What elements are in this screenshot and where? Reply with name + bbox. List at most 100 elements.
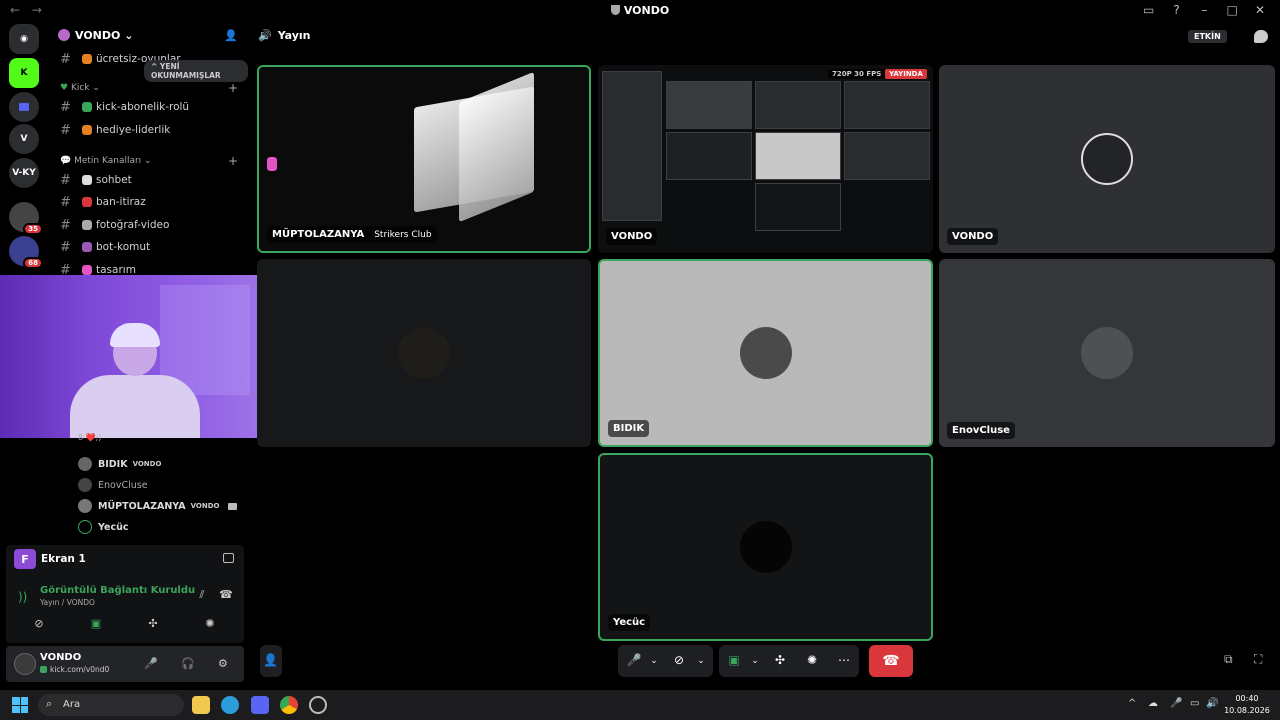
voice-user[interactable]: EnovCluse [78, 475, 243, 495]
maximize-icon[interactable]: □ [1220, 3, 1244, 17]
microphone-icon[interactable]: 🎤 [144, 657, 158, 670]
participant-name: EnovCluse [947, 422, 1015, 439]
video-tile[interactable] [257, 259, 591, 447]
vky-server-icon[interactable]: V-KY [9, 158, 39, 188]
chevron-down-icon[interactable]: ⌄ [645, 656, 663, 666]
inbox-icon[interactable]: ▭ [1137, 3, 1161, 17]
display-icon[interactable]: ▭ [1190, 698, 1199, 709]
video-tile[interactable]: Yecüc [598, 453, 933, 641]
channel-emoji-icon [82, 220, 92, 230]
disconnect-icon[interactable]: ☎ [218, 588, 234, 604]
server-avatar-icon[interactable]: 35 [9, 202, 43, 235]
server-header[interactable]: VONDO ⌄ 👤 [58, 29, 238, 47]
video-tile[interactable]: BIDIK [598, 259, 933, 447]
disconnect-call-button[interactable]: ☎ [869, 645, 913, 677]
screen-share-tile[interactable]: 720P 30 FPS YAYINDA VONDO [598, 65, 933, 253]
voice-user[interactable]: Yecüc [78, 517, 243, 537]
video-tile[interactable]: EnovCluse [939, 259, 1275, 447]
soundboard-icon[interactable]: ✺ [202, 617, 218, 633]
server-tag: VONDO [190, 502, 220, 510]
channel-emoji-icon [82, 175, 92, 185]
settings-gear-icon[interactable]: ⚙ [218, 657, 228, 670]
kick-server-icon[interactable]: K [9, 58, 39, 88]
file-explorer-icon[interactable] [192, 696, 210, 714]
screen-share-icon[interactable]: ▣ [725, 653, 743, 667]
headphones-icon[interactable]: 🎧 [181, 657, 195, 670]
network-icon[interactable]: ☁ [1148, 698, 1158, 709]
new-unreads-pill[interactable]: ^ YENİ OKUNMAMIŞLAR [144, 60, 248, 82]
video-tile[interactable]: MÜPTOLAZANYA Strikers Club [257, 65, 591, 253]
fullscreen-icon[interactable]: ⛶ [1254, 652, 1262, 667]
server-shield-icon [610, 5, 620, 15]
chevron-down-icon[interactable]: ⌄ [692, 656, 710, 666]
popout-icon[interactable]: ⧉ [1224, 652, 1233, 667]
more-options-icon[interactable]: ⋯ [835, 653, 853, 667]
channel-item[interactable]: # fotoğraf-video [60, 215, 240, 235]
vondo-server-icon[interactable]: V [9, 124, 39, 154]
hash-icon: # [60, 217, 71, 233]
minimize-icon[interactable]: – [1192, 3, 1216, 17]
avatar [398, 327, 450, 379]
close-icon[interactable]: ✕ [1248, 3, 1272, 17]
channel-item[interactable]: # kick-abonelik-rolü [60, 97, 240, 117]
stream-quality-badge: 720P 30 FPS [828, 69, 886, 79]
window-controls: ▭ ? – □ ✕ [1137, 3, 1272, 17]
hash-icon: # [60, 51, 71, 67]
voice-user[interactable]: MÜPTOLAZANYA VONDO [78, 496, 243, 516]
avatar [739, 327, 792, 379]
discord-taskbar-icon[interactable] [251, 696, 269, 714]
screen-share-icon[interactable]: ▣ [88, 617, 104, 633]
connection-channel[interactable]: Yayın / VONDO [40, 598, 95, 607]
microphone-tray-icon[interactable]: 🎤 [1170, 698, 1182, 709]
activities-icon[interactable]: ✣ [771, 653, 789, 667]
volume-icon[interactable]: 🔊 [1206, 698, 1218, 709]
chevron-up-icon[interactable]: ^ [1128, 698, 1136, 709]
club-tag: Strikers Club [374, 230, 432, 240]
camera-off-icon[interactable]: ⊘ [31, 617, 47, 633]
soundboard-icon[interactable]: ✺ [803, 653, 821, 667]
category-kick[interactable]: ♥ Kick ⌄ + [60, 81, 238, 95]
add-user-icon[interactable]: 👤 [224, 29, 238, 42]
windows-taskbar: ⌕ Ara ^ ☁ 🎤 ▭ 🔊 00:40 10.08.2026 [0, 690, 1280, 720]
user-name: VONDO [40, 652, 82, 663]
channel-item[interactable]: # sohbet [60, 170, 240, 190]
user-status: kick.com/v0nd0 [40, 665, 109, 674]
channel-emoji-icon [82, 125, 92, 135]
invite-button[interactable]: 👤 [260, 645, 282, 677]
add-channel-icon[interactable]: + [228, 154, 238, 168]
category-text[interactable]: 💬 Metin Kanalları ⌄ + [60, 154, 238, 168]
app-icon[interactable] [221, 696, 239, 714]
channel-emoji-icon [82, 102, 92, 112]
activities-icon[interactable]: ✣ [145, 617, 161, 633]
channel-item[interactable]: # hediye-liderlik [60, 120, 240, 140]
activity-button[interactable]: ETKİN [1188, 30, 1227, 43]
taskbar-search[interactable]: ⌕ Ara [38, 694, 184, 716]
voice-user-partial[interactable]: 8 ❤️;) [78, 432, 243, 442]
camera-off-icon[interactable]: ⊘ [670, 653, 688, 667]
chat-icon[interactable] [1254, 30, 1268, 43]
video-tile[interactable]: VONDO [939, 65, 1275, 253]
stream-preview [602, 71, 662, 221]
chrome-icon[interactable] [280, 696, 298, 714]
channel-emoji-icon [82, 197, 92, 207]
avatar [1081, 327, 1133, 379]
app-icon[interactable] [309, 696, 327, 714]
hash-icon: # [60, 122, 71, 138]
noise-suppression-icon[interactable]: ⫽ [194, 588, 210, 604]
avatar[interactable] [14, 653, 36, 675]
system-clock[interactable]: 00:40 10.08.2026 [1222, 693, 1272, 717]
discord-home-icon[interactable]: ◉ [9, 24, 39, 54]
windows-start-icon[interactable] [12, 697, 28, 713]
voice-user[interactable]: BIDIK VONDO [78, 454, 243, 474]
user-panel: VONDO kick.com/v0nd0 🎤 🎧 ⚙ [6, 646, 244, 682]
hash-icon: # [60, 194, 71, 210]
help-icon[interactable]: ? [1165, 3, 1189, 17]
server-avatar-icon[interactable]: 68 [9, 236, 43, 269]
folder-icon[interactable] [9, 92, 39, 122]
channel-item[interactable]: # bot-komut [60, 237, 240, 257]
add-channel-icon[interactable]: + [228, 81, 238, 95]
channel-item[interactable]: # ban-itiraz [60, 192, 240, 212]
chevron-down-icon[interactable]: ⌄ [746, 656, 764, 666]
microphone-icon[interactable]: 🎤 [625, 653, 643, 667]
close-screen-icon[interactable] [223, 553, 234, 563]
